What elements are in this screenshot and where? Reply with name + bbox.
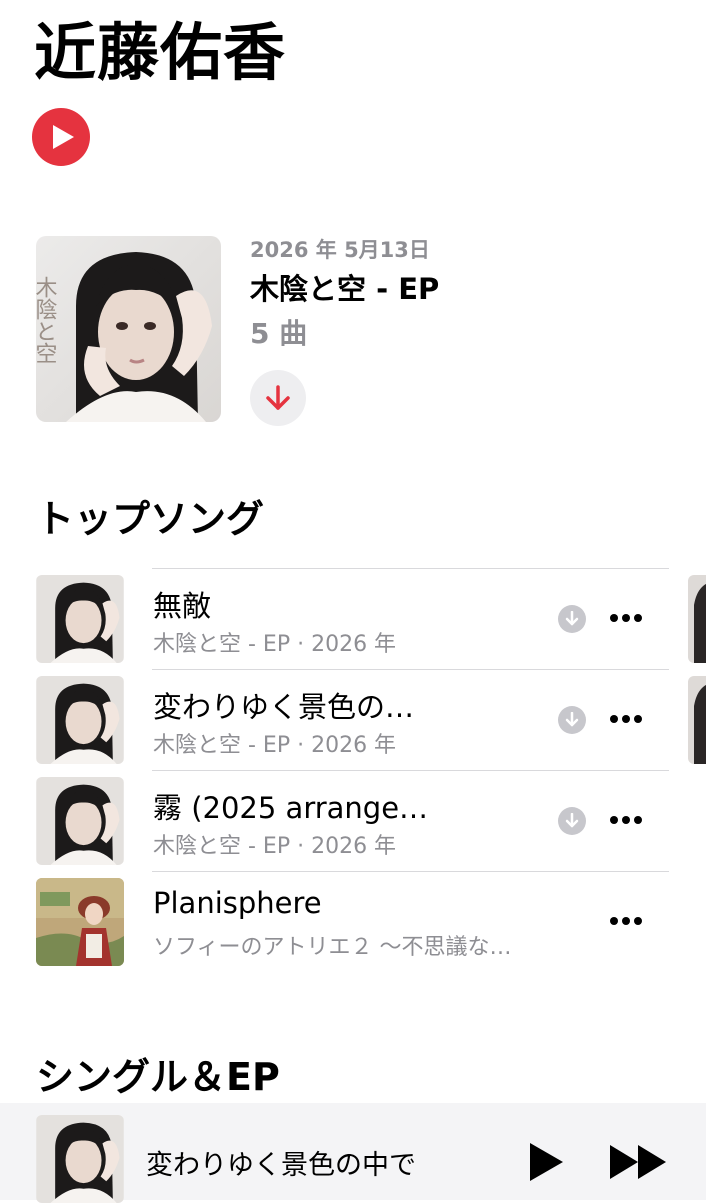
more-options-button[interactable] (606, 810, 646, 830)
more-dot (634, 715, 642, 723)
mini-play-button[interactable] (526, 1141, 566, 1183)
release-date: 2026 年 5月13日 (250, 238, 430, 262)
song-row[interactable]: Planisphere ソフィーのアトリエ２ 〜不思議な… (0, 871, 706, 972)
artist-name: 近藤佑香 (34, 16, 287, 89)
more-dot (610, 917, 618, 925)
next-column-artwork[interactable] (688, 676, 706, 764)
download-status-icon[interactable] (558, 706, 586, 734)
song-artwork (36, 777, 124, 865)
more-dot (634, 816, 642, 824)
song-subtitle: 木陰と空 - EP · 2026 年 (153, 834, 397, 859)
mini-player[interactable]: 変わりゆく景色の中で (0, 1103, 706, 1203)
more-dot (610, 614, 618, 622)
song-row[interactable]: 霧 (2025 arrange… 木陰と空 - EP · 2026 年 (0, 770, 706, 871)
download-status-icon[interactable] (558, 807, 586, 835)
next-column-artwork[interactable] (688, 575, 706, 663)
now-playing-title: 変わりゆく景色の中で (146, 1150, 416, 1181)
song-subtitle: 木陰と空 - EP · 2026 年 (153, 733, 397, 758)
play-icon (53, 125, 74, 149)
more-dot (634, 614, 642, 622)
more-dot (622, 816, 630, 824)
singles-heading[interactable]: シングル＆EP (36, 1054, 280, 1100)
song-subtitle: ソフィーのアトリエ２ 〜不思議な… (153, 935, 512, 960)
play-icon (530, 1143, 563, 1181)
fast-forward-icon (610, 1145, 666, 1179)
download-release-button[interactable] (250, 370, 306, 426)
more-dot (610, 715, 618, 723)
song-title: 霧 (2025 arrange… (153, 791, 429, 825)
more-dot (622, 715, 630, 723)
more-options-button[interactable] (606, 608, 646, 628)
song-title: 無敵 (153, 589, 212, 623)
top-songs-list: 無敵 木陰と空 - EP · 2026 年 変わりゆく景色の… 木陰と空 - E… (0, 568, 706, 973)
more-options-button[interactable] (606, 709, 646, 729)
row-divider (152, 669, 669, 670)
album-cover-image: 木陰と空 (36, 236, 221, 422)
song-title: 変わりゆく景色の… (153, 690, 415, 724)
release-title[interactable]: 木陰と空 - EP (250, 266, 439, 308)
more-dot (622, 614, 630, 622)
song-row[interactable]: 無敵 木陰と空 - EP · 2026 年 (0, 568, 706, 669)
song-subtitle: 木陰と空 - EP · 2026 年 (153, 632, 397, 657)
release-track-count: 5 曲 (250, 317, 308, 350)
row-divider (152, 568, 669, 569)
download-status-icon[interactable] (558, 605, 586, 633)
arrow-down-icon (266, 385, 290, 410)
next-track-button[interactable] (608, 1143, 670, 1181)
song-row[interactable]: 変わりゆく景色の… 木陰と空 - EP · 2026 年 (0, 669, 706, 770)
cover-caption: 木陰と空 (36, 276, 58, 364)
more-dot (610, 816, 618, 824)
song-artwork (36, 676, 124, 764)
more-dot (634, 917, 642, 925)
song-title: Planisphere (153, 886, 322, 920)
song-artwork (36, 878, 124, 966)
song-artwork (36, 575, 124, 663)
now-playing-artwork (36, 1115, 124, 1203)
top-songs-heading[interactable]: トップソング (36, 496, 264, 542)
row-divider (152, 770, 669, 771)
row-divider (152, 871, 669, 872)
latest-release-cover[interactable]: 木陰と空 (36, 236, 221, 422)
play-artist-button[interactable] (32, 108, 90, 166)
more-options-button[interactable] (606, 911, 646, 931)
more-dot (622, 917, 630, 925)
